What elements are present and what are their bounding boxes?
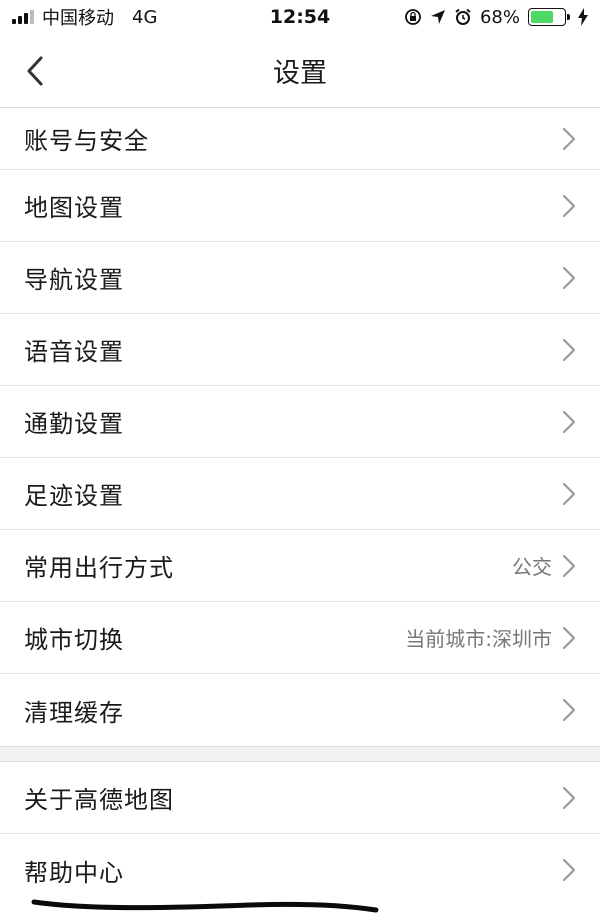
signal-strength-icon <box>12 10 34 24</box>
chevron-right-icon <box>562 858 576 882</box>
chevron-right-icon <box>562 554 576 577</box>
settings-item-footprint[interactable]: 足迹设置 <box>0 458 600 530</box>
settings-item-right: 公交 <box>512 551 576 580</box>
battery-percent: 68% <box>479 6 520 28</box>
settings-item-travel-mode[interactable]: 常用出行方式 公交 <box>0 530 600 602</box>
settings-item-commute[interactable]: 通勤设置 <box>0 386 600 458</box>
settings-group-main: 账号与安全 地图设置 导航设置 语音设置 通勤设置 足迹设置 常用出行方式 公交… <box>0 108 600 746</box>
page-title: 设置 <box>273 58 327 89</box>
settings-item-label: 账号与安全 <box>24 127 149 155</box>
status-bar: 中国移动 4G 68% 12:54 <box>0 0 600 34</box>
network-type: 4G <box>132 6 158 28</box>
status-left: 中国移动 4G <box>12 4 157 30</box>
settings-item-label: 关于高德地图 <box>24 786 174 814</box>
ink-underline-mark <box>31 899 379 913</box>
chevron-right-icon <box>562 194 576 217</box>
settings-item-about[interactable]: 关于高德地图 <box>0 762 600 834</box>
settings-item-value: 公交 <box>512 555 552 579</box>
section-divider <box>0 746 600 762</box>
settings-item-city-switch[interactable]: 城市切换 当前城市:深圳市 <box>0 602 600 674</box>
settings-item-label: 语音设置 <box>24 338 124 366</box>
chevron-right-icon <box>562 338 576 361</box>
settings-item-label: 清理缓存 <box>24 698 124 727</box>
settings-item-voice[interactable]: 语音设置 <box>0 314 600 386</box>
settings-item-label: 足迹设置 <box>24 482 124 510</box>
settings-item-right: 当前城市:深圳市 <box>405 623 576 652</box>
alarm-icon <box>455 8 471 25</box>
battery-fill <box>531 11 553 23</box>
settings-item-right <box>562 194 576 218</box>
chevron-right-icon <box>562 482 576 505</box>
chevron-right-icon <box>562 410 576 433</box>
nav-bar: 设置 <box>0 34 600 108</box>
back-button[interactable] <box>18 54 52 88</box>
chevron-left-icon <box>27 56 43 86</box>
settings-group-about: 关于高德地图 帮助中心 <box>0 762 600 906</box>
settings-item-account-security[interactable]: 账号与安全 <box>0 108 600 170</box>
settings-item-map[interactable]: 地图设置 <box>0 170 600 242</box>
settings-item-right <box>562 482 576 506</box>
settings-item-label: 通勤设置 <box>24 410 124 438</box>
chevron-right-icon <box>562 127 576 150</box>
lock-rotation-icon <box>405 9 421 25</box>
chevron-right-icon <box>562 698 576 722</box>
carrier-name: 中国移动 <box>42 8 114 29</box>
location-arrow-icon <box>430 10 445 24</box>
settings-item-right <box>562 266 576 290</box>
chevron-right-icon <box>562 266 576 289</box>
settings-item-right <box>562 786 576 810</box>
settings-item-label: 常用出行方式 <box>24 554 174 582</box>
settings-item-label: 城市切换 <box>24 626 124 654</box>
settings-item-right <box>562 858 576 882</box>
settings-item-clear-cache[interactable]: 清理缓存 <box>0 674 600 746</box>
settings-item-navigation[interactable]: 导航设置 <box>0 242 600 314</box>
settings-item-value: 当前城市:深圳市 <box>405 627 552 651</box>
charging-bolt-icon <box>578 8 588 26</box>
settings-item-right <box>562 338 576 362</box>
status-right: 68% <box>404 7 588 28</box>
settings-item-right <box>562 410 576 434</box>
settings-item-label: 帮助中心 <box>24 858 124 887</box>
settings-item-right <box>562 698 576 722</box>
chevron-right-icon <box>562 626 576 649</box>
settings-item-label: 地图设置 <box>24 194 124 222</box>
settings-item-right <box>562 127 576 151</box>
battery-icon <box>528 8 570 26</box>
chevron-right-icon <box>562 786 576 809</box>
settings-item-label: 导航设置 <box>24 266 124 294</box>
